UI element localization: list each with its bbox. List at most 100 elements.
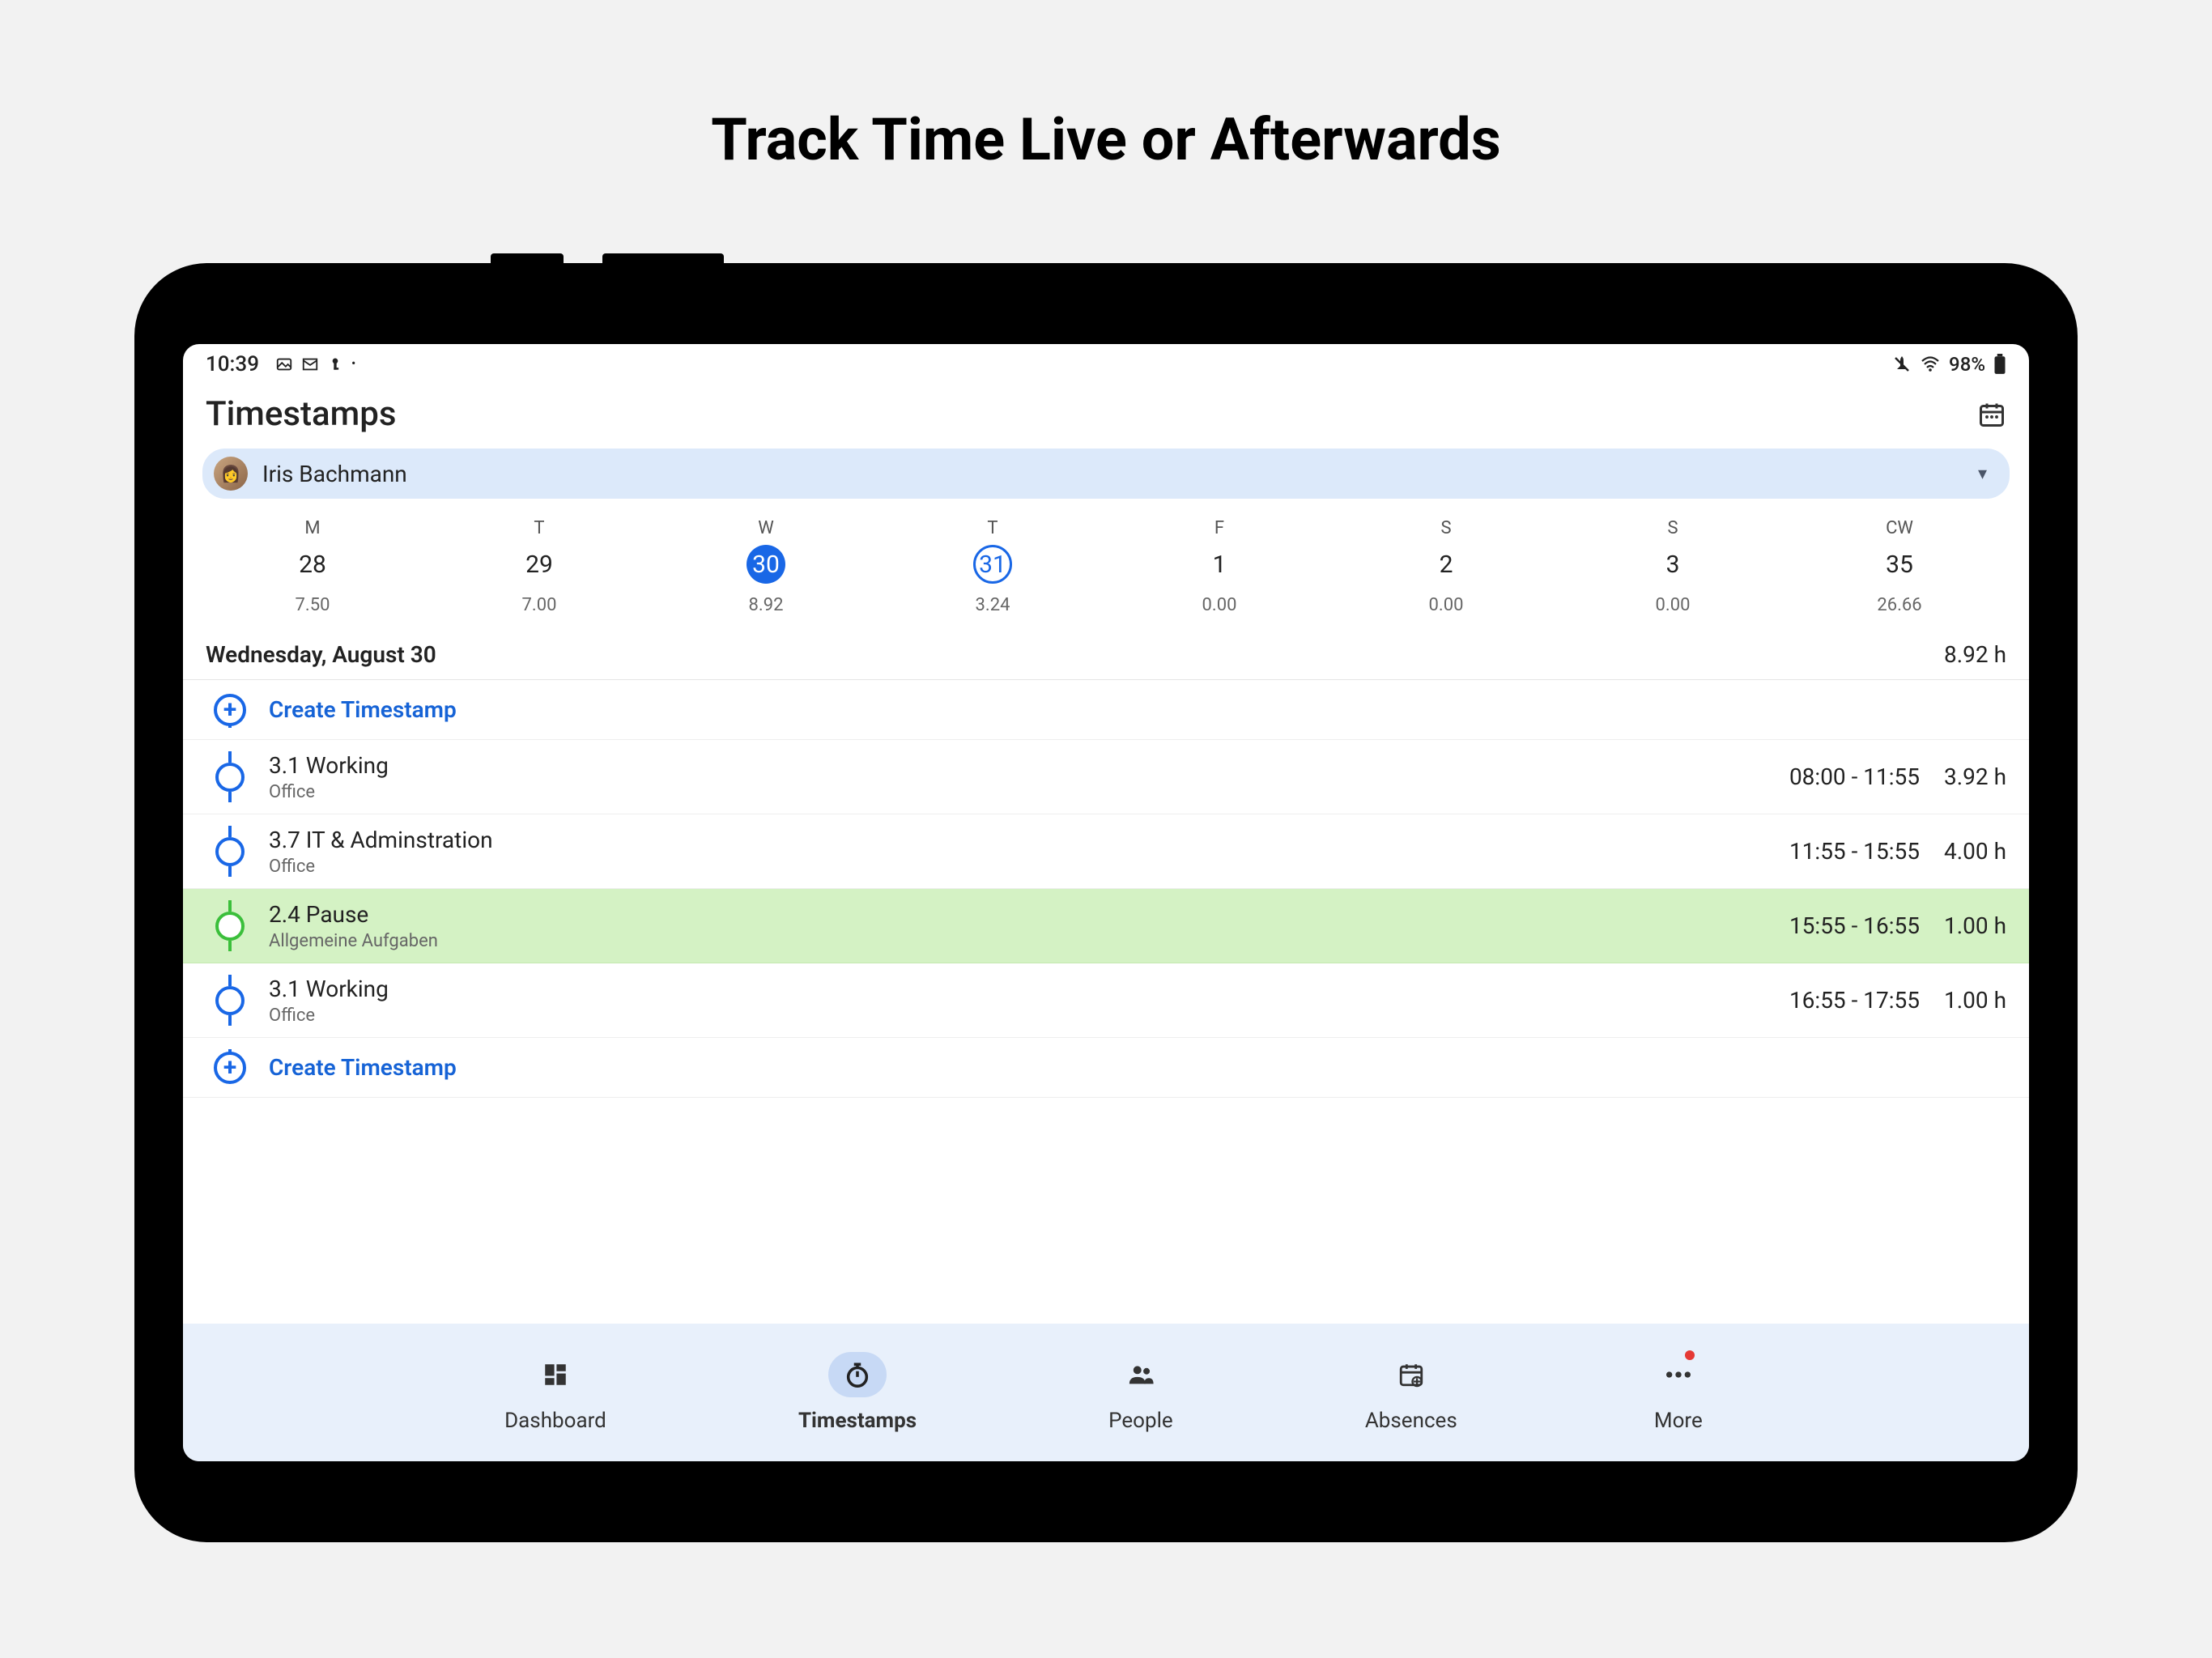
wifi-icon: [1920, 355, 1941, 374]
nav-item-timestamps[interactable]: Timestamps: [798, 1352, 917, 1433]
image-icon: [275, 355, 293, 373]
day-letter: W: [758, 518, 774, 538]
day-hours: 7.50: [296, 595, 330, 615]
nav-item-more[interactable]: More: [1649, 1352, 1708, 1433]
timestamp-sub: Office: [269, 782, 1758, 802]
timeline-node: [202, 975, 257, 1026]
hero-title: Track Time Live or Afterwards: [711, 105, 1500, 174]
day-column[interactable]: F10.00: [1106, 518, 1333, 615]
tablet-frame: 10:39 •: [134, 263, 2078, 1542]
tablet-hw-buttons: [491, 253, 724, 263]
timestamp-row[interactable]: 3.1 WorkingOffice16:55 - 17:551.00 h: [183, 963, 2029, 1038]
timeline-node: [202, 900, 257, 951]
plus-icon: +: [214, 694, 246, 726]
timestamp-body: 3.7 IT & Adminstration Office: [257, 827, 1758, 877]
chevron-down-icon: ▾: [1978, 464, 1987, 484]
battery-icon: [1993, 354, 2006, 375]
day-hours: 8.92: [749, 595, 784, 615]
day-hours: 26.66: [1877, 595, 1921, 615]
user-selector[interactable]: 👩 Iris Bachmann ▾: [202, 449, 2010, 499]
day-hours: 0.00: [1202, 595, 1237, 615]
day-letter: S: [1440, 518, 1451, 538]
nav-label: People: [1108, 1409, 1173, 1433]
day-column[interactable]: T297.00: [426, 518, 653, 615]
day-number: 3: [1653, 545, 1692, 584]
user-name: Iris Bachmann: [262, 461, 407, 487]
day-number: 2: [1427, 545, 1465, 584]
create-timestamp-label: Create Timestamp: [257, 696, 457, 723]
timestamp-sub: Office: [269, 857, 1758, 877]
timestamp-range: 16:55 - 17:55: [1758, 987, 1920, 1014]
week-strip: M287.50T297.00W308.92T313.24F10.00S20.00…: [183, 510, 2029, 630]
day-hours: 0.00: [1429, 595, 1464, 615]
timestamp-range: 15:55 - 16:55: [1758, 912, 1920, 939]
battery-percent: 98%: [1949, 353, 1985, 376]
day-number: 31: [973, 545, 1012, 584]
bottom-nav: Dashboard Timestamps People Absences More: [183, 1324, 2029, 1461]
timestamp-sub: Office: [269, 1005, 1758, 1026]
day-column[interactable]: S30.00: [1559, 518, 1786, 615]
nav-label: Timestamps: [798, 1409, 917, 1433]
dashboard-icon: [526, 1352, 585, 1397]
day-letter: T: [987, 518, 998, 538]
day-number: 28: [293, 545, 332, 584]
timestamp-list: +Create Timestamp3.1 WorkingOffice08:00 …: [183, 680, 2029, 1324]
calendar-icon: [1382, 1352, 1440, 1397]
day-letter: T: [534, 518, 544, 538]
notification-dot-icon: [1685, 1350, 1695, 1360]
dot-icon: •: [351, 355, 355, 373]
timeline-node: [202, 751, 257, 802]
day-number: 29: [520, 545, 559, 584]
calendar-button[interactable]: [1977, 400, 2006, 429]
nav-item-dashboard[interactable]: Dashboard: [504, 1352, 606, 1433]
timestamp-body: 3.1 Working Office: [257, 752, 1758, 802]
day-column[interactable]: W308.92: [653, 518, 879, 615]
avatar: 👩: [214, 457, 248, 491]
timestamp-title: 2.4 Pause: [269, 901, 1758, 928]
timeline-circle-icon: [215, 763, 245, 792]
nav-item-people[interactable]: People: [1108, 1352, 1173, 1433]
timestamp-title: 3.7 IT & Adminstration: [269, 827, 1758, 853]
create-timestamp-row[interactable]: +Create Timestamp: [183, 1038, 2029, 1098]
timestamp-duration: 4.00 h: [1944, 838, 2006, 865]
timestamp-meta: 08:00 - 11:553.92 h: [1758, 763, 2006, 790]
status-bar: 10:39 •: [183, 344, 2029, 385]
plus-icon: +: [214, 1052, 246, 1084]
timeline-node: +: [202, 1049, 257, 1086]
nav-item-absences[interactable]: Absences: [1365, 1352, 1457, 1433]
timeline-node: [202, 826, 257, 877]
timestamp-duration: 1.00 h: [1944, 912, 2006, 939]
timestamp-range: 11:55 - 15:55: [1758, 838, 1920, 865]
day-letter: M: [304, 518, 320, 538]
more-icon: [1649, 1352, 1708, 1397]
timestamp-row[interactable]: 2.4 Pause Allgemeine Aufgaben15:55 - 16:5…: [183, 889, 2029, 963]
timestamp-row[interactable]: 3.1 Working Office08:00 - 11:553.92 h: [183, 740, 2029, 814]
timestamp-duration: 3.92 h: [1944, 763, 2006, 790]
timeline-node: +: [202, 691, 257, 728]
status-time: 10:39: [206, 352, 259, 376]
tablet-hw-button: [602, 253, 724, 263]
timestamp-row[interactable]: 3.7 IT & Adminstration Office11:55 - 15:5…: [183, 814, 2029, 889]
people-icon: [1112, 1352, 1170, 1397]
date-summary-row: Wednesday, August 30 8.92 h: [183, 630, 2029, 680]
day-number: 35: [1880, 545, 1919, 584]
create-timestamp-row[interactable]: + Create Timestamp: [183, 680, 2029, 740]
app-header: Timestamps: [183, 385, 2029, 449]
day-number: 1: [1200, 545, 1239, 584]
timestamp-duration: 1.00 h: [1944, 987, 2006, 1014]
day-column[interactable]: CW 35 26.66: [1786, 518, 2013, 615]
day-column[interactable]: T313.24: [879, 518, 1106, 615]
day-letter: CW: [1886, 518, 1913, 538]
status-notification-icons: •: [275, 355, 355, 373]
timestamp-body: 2.4 Pause Allgemeine Aufgaben: [257, 901, 1758, 951]
timestamp-sub: Allgemeine Aufgaben: [269, 931, 1758, 951]
date-total-hours: 8.92 h: [1944, 641, 2006, 668]
timeline-circle-icon: [215, 837, 245, 866]
mail-icon: [301, 355, 319, 373]
day-column[interactable]: M 28 7.50: [199, 518, 426, 615]
nav-label: More: [1654, 1409, 1703, 1433]
day-column[interactable]: S 2 0.00: [1333, 518, 1559, 615]
date-label: Wednesday, August 30: [206, 641, 436, 668]
page-title: Timestamps: [206, 394, 396, 434]
timestamp-title: 3.1 Working: [269, 752, 1758, 779]
